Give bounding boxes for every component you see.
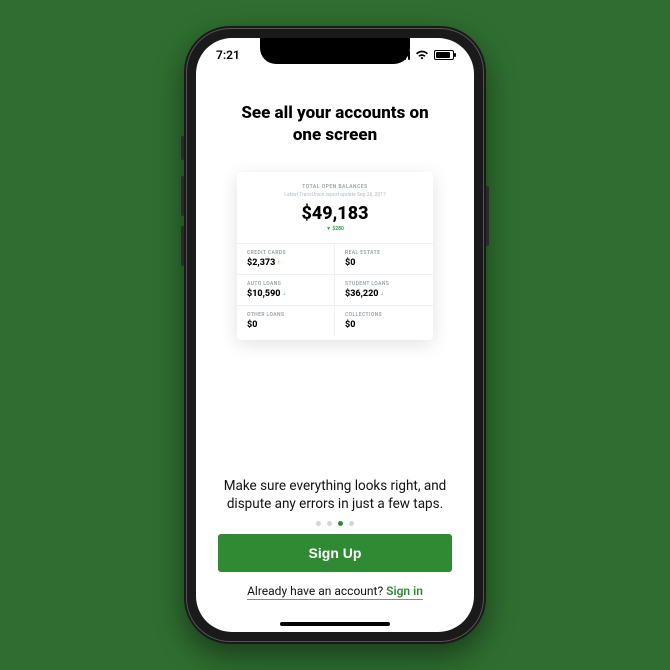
phone-mockup-frame: 7:21 See all your accounts on one screen… xyxy=(184,26,486,644)
phone-screen: 7:21 See all your accounts on one screen… xyxy=(196,38,474,632)
volume-up-button xyxy=(181,176,184,216)
balances-grid: CREDIT CARDS $2,373↑ REAL ESTATE $0 AUTO LOA… xyxy=(237,243,433,336)
phone-notch xyxy=(260,38,410,64)
page-subtitle: Make sure everything looks right, and di… xyxy=(218,477,452,513)
balances-total-block: TOTAL OPEN BALANCES Latest TransUnion re… xyxy=(237,184,433,238)
balance-cell: REAL ESTATE $0 xyxy=(335,243,433,274)
status-time: 7:21 xyxy=(216,48,240,62)
balance-cell: STUDENT LOANS $36,220↓ xyxy=(335,274,433,305)
balances-card: TOTAL OPEN BALANCES Latest TransUnion re… xyxy=(237,172,433,340)
balance-cell: CREDIT CARDS $2,373↑ xyxy=(237,243,335,274)
sign-in-prelude: Already have an account? xyxy=(247,584,386,600)
total-delta: ▼ $280 xyxy=(247,226,423,232)
balance-cell-label: AUTO LOANS xyxy=(247,281,324,287)
arrow-up-icon: ↑ xyxy=(277,260,280,266)
sign-in-row[interactable]: Already have an account? Sign in xyxy=(218,584,452,600)
page-dot[interactable] xyxy=(327,521,332,526)
page-dot[interactable] xyxy=(316,521,321,526)
home-indicator[interactable] xyxy=(280,622,390,626)
onboarding-content: See all your accounts on one screen TOTA… xyxy=(196,72,474,612)
arrow-down-icon: ↓ xyxy=(282,291,285,297)
balance-cell: AUTO LOANS $10,590↓ xyxy=(237,274,335,305)
page-dot[interactable] xyxy=(349,521,354,526)
page-indicator[interactable] xyxy=(218,521,452,526)
total-amount: $49,183 xyxy=(247,203,423,224)
balance-cell-label: REAL ESTATE xyxy=(345,250,423,256)
balance-cell-label: COLLECTIONS xyxy=(345,312,423,318)
balance-cell: OTHER LOANS $0 xyxy=(237,305,335,336)
wifi-icon xyxy=(415,50,429,60)
balance-cell-value: $0 xyxy=(345,320,423,330)
sign-up-button[interactable]: Sign Up xyxy=(218,534,452,572)
sign-in-link[interactable]: Sign in xyxy=(386,584,423,600)
page-title: See all your accounts on one screen xyxy=(228,102,442,146)
balance-cell-value: $2,373↑ xyxy=(247,258,324,268)
balance-cell-label: CREDIT CARDS xyxy=(247,250,324,256)
balance-cell-value: $10,590↓ xyxy=(247,289,324,299)
balance-cell-label: OTHER LOANS xyxy=(247,312,324,318)
balance-cell-value: $0 xyxy=(247,320,324,330)
balance-cell-value: $36,220↓ xyxy=(345,289,423,299)
power-button xyxy=(486,186,489,246)
battery-icon xyxy=(434,50,454,60)
total-open-balances-label: TOTAL OPEN BALANCES xyxy=(247,184,423,190)
balance-cell-value: $0 xyxy=(345,258,423,268)
balance-cell-label: STUDENT LOANS xyxy=(345,281,423,287)
report-update-text: Latest TransUnion report update Sep 26, … xyxy=(247,192,423,198)
balance-cell: COLLECTIONS $0 xyxy=(335,305,433,336)
volume-down-button xyxy=(181,226,184,266)
arrow-down-icon: ↓ xyxy=(380,291,383,297)
mute-switch xyxy=(181,136,184,160)
page-dot[interactable] xyxy=(338,521,343,526)
